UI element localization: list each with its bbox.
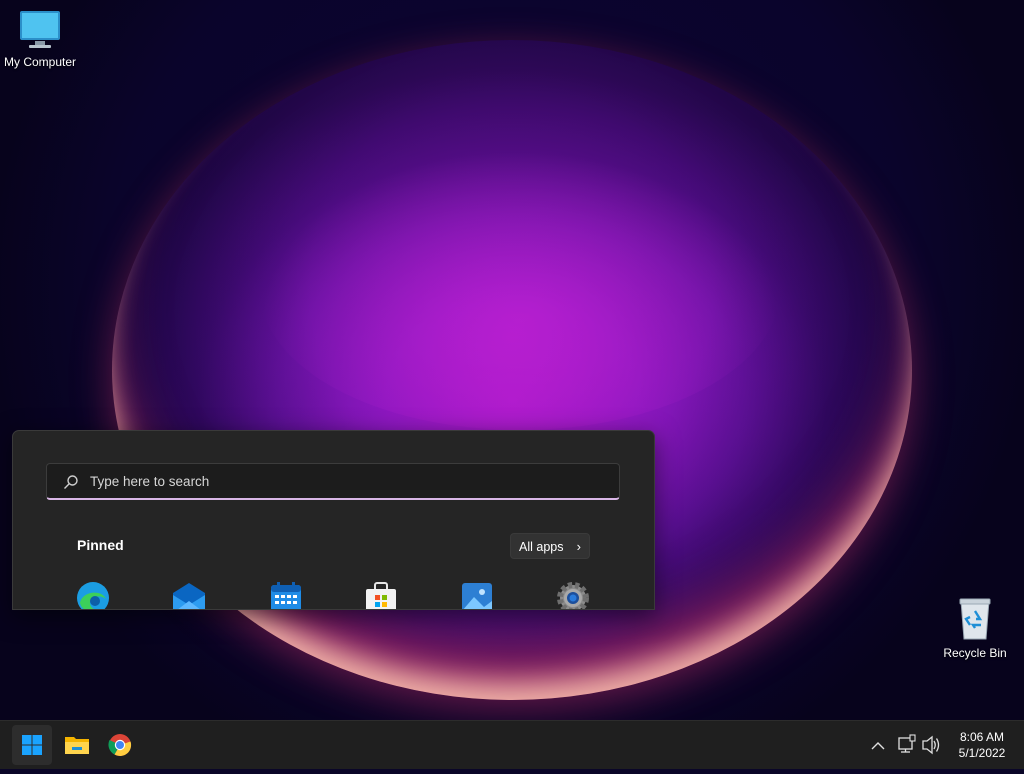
- desktop-icon-recycle-bin[interactable]: Recycle Bin: [935, 597, 1015, 660]
- search-icon: [64, 475, 78, 489]
- network-icon: [898, 734, 916, 753]
- windows-start-icon: [22, 735, 42, 755]
- desktop-wallpaper: [0, 0, 1024, 720]
- clock-time: 8:06 AM: [959, 730, 1005, 744]
- start-button[interactable]: [12, 725, 52, 765]
- show-hidden-icons-button[interactable]: [870, 721, 888, 769]
- desktop-icon-label: Recycle Bin: [943, 646, 1007, 660]
- volume-button[interactable]: [921, 721, 943, 769]
- recycle-bin-icon: [959, 598, 991, 640]
- all-apps-button[interactable]: All apps ›: [510, 533, 590, 559]
- search-placeholder: Type here to search: [90, 474, 210, 489]
- monitor-icon: [20, 11, 60, 48]
- photos-icon[interactable]: [460, 581, 494, 610]
- chevron-up-icon: [871, 742, 885, 750]
- file-explorer-icon: [65, 737, 89, 754]
- chevron-right-icon: ›: [576, 539, 581, 554]
- pinned-heading: Pinned: [77, 537, 124, 553]
- file-explorer-button[interactable]: [56, 725, 96, 765]
- store-icon[interactable]: [364, 581, 398, 610]
- clock-button[interactable]: 8:06 AM 5/1/2022: [944, 729, 1020, 761]
- network-status-button[interactable]: [896, 721, 918, 769]
- start-menu: Type here to search Pinned All apps ›: [12, 430, 655, 610]
- clock-date: 5/1/2022: [958, 746, 1006, 760]
- all-apps-label: All apps: [519, 540, 564, 554]
- edge-icon[interactable]: [76, 581, 110, 610]
- volume-icon: [922, 735, 940, 755]
- start-search-input[interactable]: Type here to search: [46, 463, 620, 500]
- calendar-icon[interactable]: [269, 581, 303, 610]
- taskbar: 8:06 AM 5/1/2022: [0, 720, 1024, 769]
- desktop-icon-label: My Computer: [3, 55, 77, 69]
- mail-icon[interactable]: [172, 581, 206, 610]
- desktop-icon-my-computer[interactable]: My Computer: [0, 10, 80, 69]
- chrome-icon: [108, 734, 132, 757]
- settings-icon[interactable]: [556, 581, 590, 610]
- chrome-button[interactable]: [100, 725, 140, 765]
